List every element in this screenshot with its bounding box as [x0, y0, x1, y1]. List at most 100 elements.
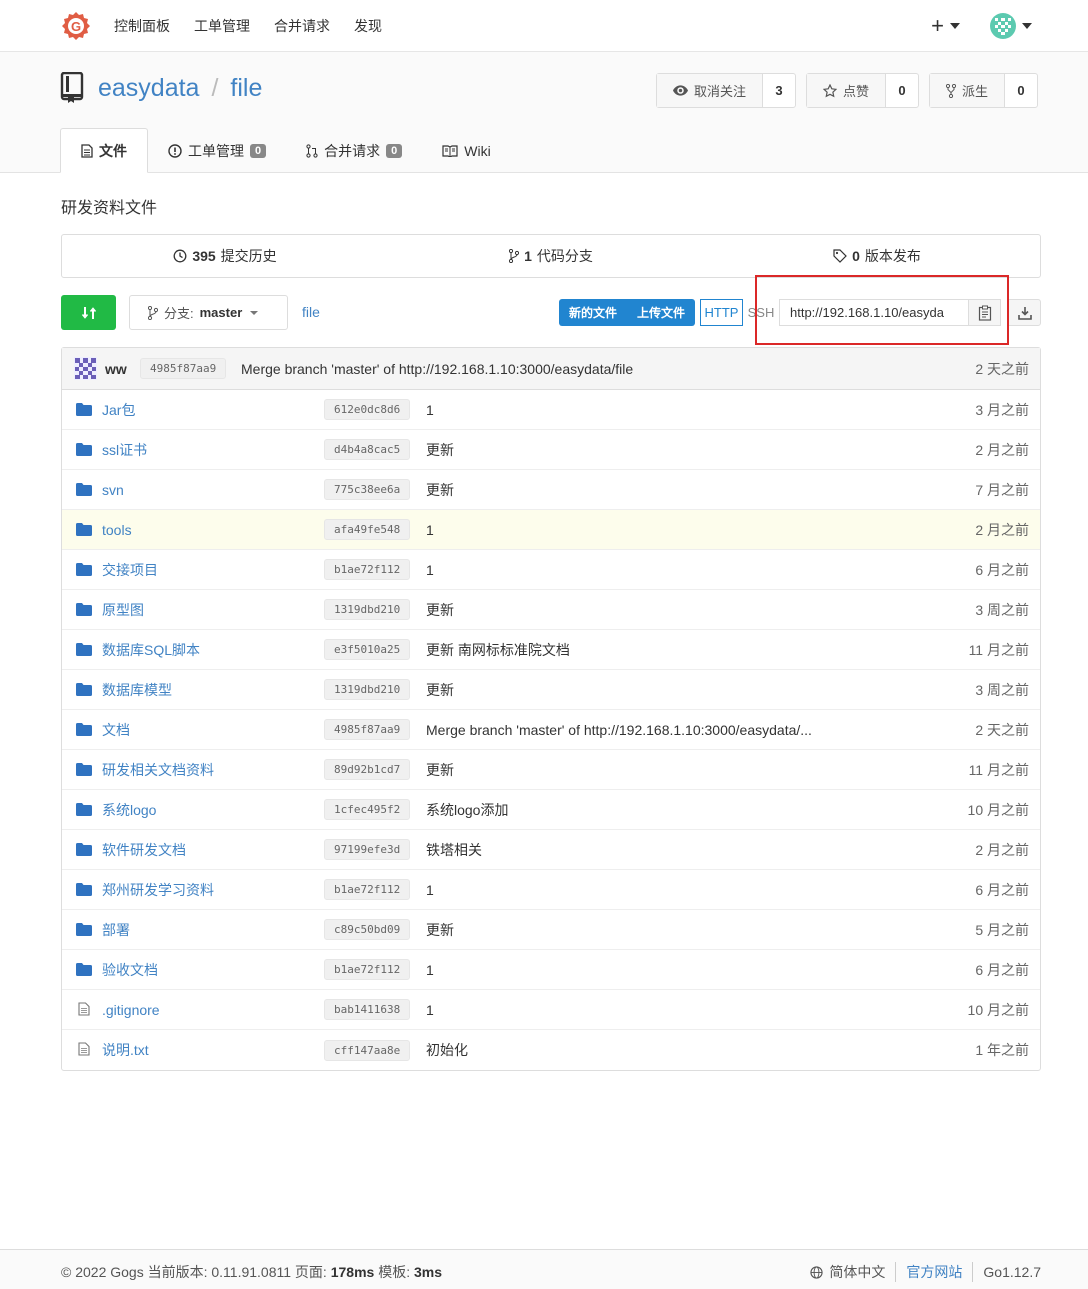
branches-stat[interactable]: 1 代码分支	[388, 235, 714, 277]
commit-message-link[interactable]: 铁塔相关	[426, 840, 482, 860]
file-name-link[interactable]: 交接项目	[102, 560, 158, 580]
new-file-button[interactable]: 新的文件	[559, 299, 627, 326]
file-name-link[interactable]: 系统logo	[102, 800, 156, 820]
commit-time: 3 周之前	[975, 681, 1029, 698]
repo-tabs: 文件 工单管理 0 合并请求 0 Wiki	[60, 128, 511, 173]
issue-icon	[168, 143, 182, 158]
commit-sha-link[interactable]: c89c50bd09	[324, 919, 411, 940]
language-selector[interactable]: 简体中文	[810, 1262, 897, 1282]
commit-message-link[interactable]: 更新	[426, 480, 454, 500]
file-name-link[interactable]: 郑州研发学习资料	[102, 880, 214, 900]
commit-sha-link[interactable]: cff147aa8e	[324, 1039, 411, 1061]
commit-sha-link[interactable]: 1319dbd210	[324, 679, 411, 700]
file-name-link[interactable]: 文档	[102, 720, 130, 740]
commit-message-link[interactable]: 1	[426, 962, 434, 978]
file-name-link[interactable]: 数据库SQL脚本	[102, 640, 200, 660]
nav-dashboard[interactable]: 控制面板	[114, 16, 170, 36]
file-name-link[interactable]: 数据库模型	[102, 680, 172, 700]
commit-message-link[interactable]: 初始化	[426, 1040, 468, 1060]
commit-sha-link[interactable]: b1ae72f112	[324, 879, 411, 900]
commit-sha-link[interactable]: 775c38ee6a	[324, 479, 411, 500]
watch-count[interactable]: 3	[763, 74, 795, 107]
commit-sha-link[interactable]: e3f5010a25	[324, 639, 411, 660]
nav-explore[interactable]: 发现	[354, 16, 382, 36]
commit-sha-link[interactable]: bab1411638	[324, 999, 411, 1020]
commit-message-link[interactable]: 更新 南网标标准院文档	[426, 640, 570, 660]
commit-message-link[interactable]: 1	[426, 882, 434, 898]
compare-icon	[81, 306, 96, 319]
branch-dropdown[interactable]: 分支: master	[129, 295, 288, 330]
fork-button[interactable]: 派生	[929, 74, 1005, 107]
commit-sha-link[interactable]: b1ae72f112	[324, 559, 411, 580]
file-name-link[interactable]: ssl证书	[102, 440, 147, 460]
unwatch-button[interactable]: 取消关注	[656, 74, 763, 107]
commit-sha-link[interactable]: b1ae72f112	[324, 959, 411, 980]
user-menu-dropdown[interactable]	[990, 12, 1032, 39]
repo-owner-link[interactable]: easydata	[98, 74, 199, 103]
page-footer: © 2022 Gogs 当前版本: 0.11.91.0811 页面: 178ms…	[0, 1249, 1088, 1289]
commit-message-link[interactable]: 1	[426, 562, 434, 578]
releases-stat[interactable]: 0 版本发布	[714, 235, 1040, 277]
file-name-link[interactable]: 部署	[102, 920, 130, 940]
star-button[interactable]: 点赞	[806, 74, 886, 107]
commit-message-link[interactable]: 1	[426, 402, 434, 418]
commit-message-link[interactable]: 1	[426, 1002, 434, 1018]
http-clone-toggle[interactable]: HTTP	[700, 299, 743, 326]
committer-avatar	[74, 357, 97, 380]
copy-url-button[interactable]	[968, 299, 1001, 326]
commit-message-link[interactable]: 更新	[426, 680, 454, 700]
fork-count[interactable]: 0	[1005, 74, 1037, 107]
nav-pulls[interactable]: 合并请求	[274, 16, 330, 36]
caret-down-icon	[950, 22, 960, 29]
tab-issues[interactable]: 工单管理 0	[148, 128, 286, 173]
clone-url-input[interactable]	[779, 299, 969, 326]
file-name-link[interactable]: 研发相关文档资料	[102, 760, 214, 780]
latest-commit-message[interactable]: Merge branch 'master' of http://192.168.…	[241, 361, 633, 377]
commit-sha-link[interactable]: 4985f87aa9	[324, 719, 411, 740]
commit-sha-link[interactable]: 1cfec495f2	[324, 799, 411, 820]
tab-wiki[interactable]: Wiki	[422, 128, 510, 173]
nav-issues[interactable]: 工单管理	[194, 16, 250, 36]
tab-files[interactable]: 文件	[60, 128, 148, 173]
commit-sha-link[interactable]: 1319dbd210	[324, 599, 411, 620]
commit-sha-link[interactable]: d4b4a8cac5	[324, 439, 411, 460]
commit-sha-link[interactable]: afa49fe548	[324, 519, 411, 540]
upload-file-button[interactable]: 上传文件	[627, 299, 695, 326]
file-name-link[interactable]: Jar包	[102, 400, 135, 420]
top-right-actions: +	[931, 12, 1032, 39]
commit-message-link[interactable]: 更新	[426, 440, 454, 460]
commit-sha-link[interactable]: 89d92b1cd7	[324, 759, 411, 780]
commit-sha-link[interactable]: 612e0dc8d6	[324, 399, 411, 420]
file-name-link[interactable]: 软件研发文档	[102, 840, 186, 860]
gogs-logo-icon[interactable]: G	[60, 10, 92, 42]
commit-sha-link[interactable]: 97199efe3d	[324, 839, 411, 860]
compare-pull-button[interactable]	[61, 295, 116, 330]
tab-pull-requests[interactable]: 合并请求 0	[286, 128, 422, 173]
commit-message-link[interactable]: 1	[426, 522, 434, 538]
commit-time: 6 月之前	[975, 881, 1029, 898]
commit-time: 2 月之前	[975, 521, 1029, 538]
repo-name-link[interactable]: file	[230, 74, 262, 103]
committer-name[interactable]: ww	[105, 361, 127, 377]
file-name-link[interactable]: svn	[102, 482, 124, 498]
commits-stat[interactable]: 395 提交历史	[62, 235, 388, 277]
file-name-link[interactable]: .gitignore	[102, 1002, 160, 1018]
download-button[interactable]	[1008, 299, 1041, 326]
commit-message-link[interactable]: 更新	[426, 600, 454, 620]
file-name-link[interactable]: 验收文档	[102, 960, 158, 980]
commit-message-link[interactable]: 更新	[426, 920, 454, 940]
official-website-link[interactable]: 官方网站	[896, 1262, 974, 1282]
file-name-link[interactable]: 原型图	[102, 600, 144, 620]
file-name-link[interactable]: tools	[102, 522, 132, 538]
issues-count-badge: 0	[250, 143, 267, 158]
file-name-link[interactable]: 说明.txt	[102, 1040, 149, 1060]
breadcrumb-repo-link[interactable]: file	[302, 304, 320, 320]
star-count[interactable]: 0	[886, 74, 918, 107]
create-new-dropdown[interactable]: +	[931, 13, 960, 39]
file-row: 部署 c89c50bd09 更新 5 月之前	[62, 910, 1040, 950]
commit-message-link[interactable]: 系统logo添加	[426, 800, 508, 820]
latest-commit-sha[interactable]: 4985f87aa9	[140, 358, 227, 379]
commit-message-link[interactable]: 更新	[426, 760, 454, 780]
commit-message-link[interactable]: Merge branch 'master' of http://192.168.…	[426, 722, 812, 738]
ssh-clone-toggle[interactable]: SSH	[746, 299, 776, 326]
